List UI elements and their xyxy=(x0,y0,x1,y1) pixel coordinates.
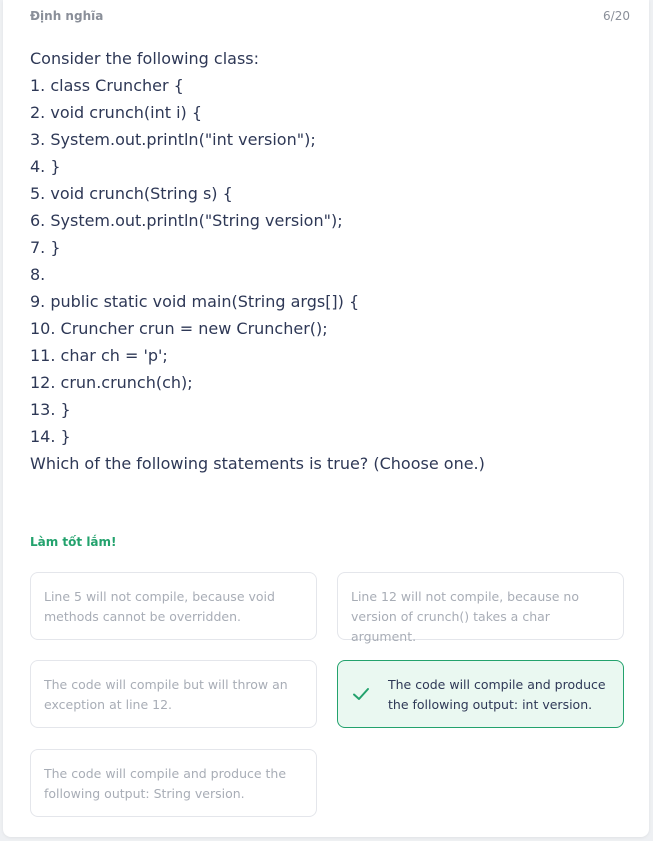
feedback-message: Làm tốt lắm! xyxy=(30,535,117,549)
question-line: 7. } xyxy=(30,238,61,257)
answer-option-text: The code will compile and produce the fo… xyxy=(44,766,287,801)
term-type-label: Định nghĩa xyxy=(30,9,104,23)
answer-option[interactable]: Line 12 will not compile, because no ver… xyxy=(337,572,624,644)
question-line: 11. char ch = 'p'; xyxy=(30,346,168,365)
question-line: 9. public static void main(String args[]… xyxy=(30,292,360,311)
answer-option[interactable]: Line 5 will not compile, because void me… xyxy=(30,572,317,640)
answer-option[interactable]: The code will compile but will throw an … xyxy=(30,660,317,728)
progress-counter: 6/20 xyxy=(603,9,630,23)
question-line: Which of the following statements is tru… xyxy=(30,454,485,473)
question-line: 2. void crunch(int i) { xyxy=(30,103,203,122)
check-icon xyxy=(353,688,369,700)
question-line: Consider the following class: xyxy=(30,49,260,68)
question-line: 3. System.out.println("int version"); xyxy=(30,130,316,149)
answer-option-text: Line 12 will not compile, because no ver… xyxy=(351,589,580,644)
question-line: 10. Cruncher crun = new Cruncher(); xyxy=(30,319,328,338)
answer-option[interactable]: The code will compile and produce the fo… xyxy=(30,749,317,817)
answer-option-text: The code will compile and produce the fo… xyxy=(388,677,606,712)
question-line: 4. } xyxy=(30,157,61,176)
question-line: 8. xyxy=(30,265,46,284)
question-line: 13. } xyxy=(30,400,71,419)
answer-option-correct[interactable]: The code will compile and produce the fo… xyxy=(337,660,624,728)
question-card: Định nghĩa 6/20 Consider the following c… xyxy=(3,0,649,837)
answer-option-text: Line 5 will not compile, because void me… xyxy=(44,589,275,624)
question-line: 14. } xyxy=(30,427,71,446)
answer-option-text: The code will compile but will throw an … xyxy=(44,677,288,712)
question-line: 6. System.out.println("String version"); xyxy=(30,211,343,230)
question-line: 5. void crunch(String s) { xyxy=(30,184,233,203)
question-text: Consider the following class: 1. class C… xyxy=(30,45,630,477)
question-line: 1. class Cruncher { xyxy=(30,76,184,95)
question-line: 12. crun.crunch(ch); xyxy=(30,373,193,392)
